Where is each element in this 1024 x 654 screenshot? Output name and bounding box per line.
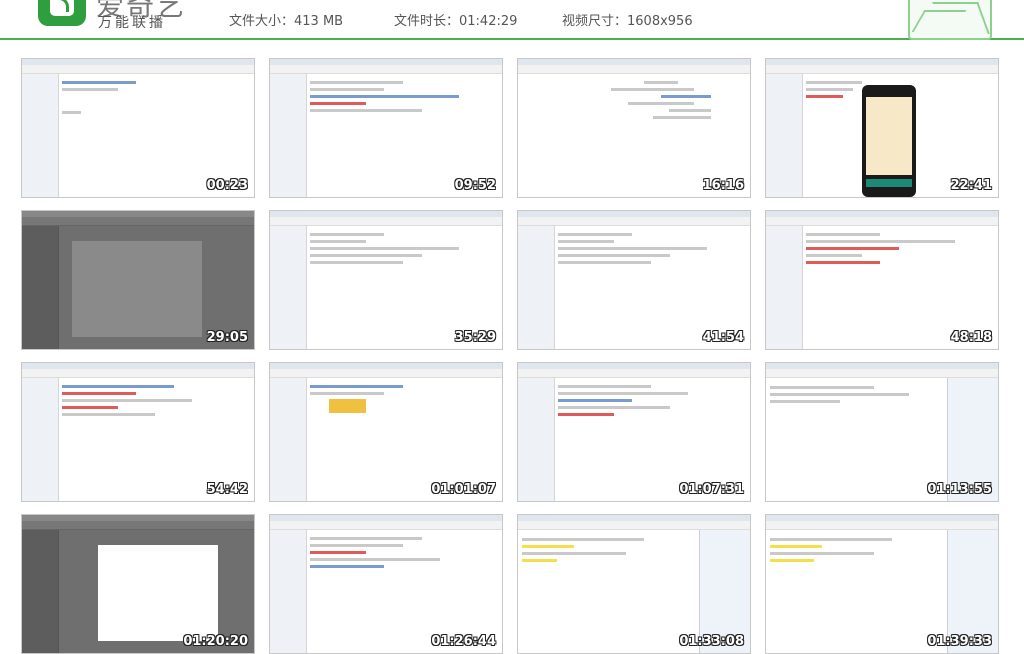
thumbnail[interactable]: 54:42: [21, 362, 255, 502]
timestamp: 01:07:31: [679, 482, 744, 497]
thumbnail[interactable]: 48:18: [765, 210, 999, 350]
thumbnail[interactable]: 35:29: [269, 210, 503, 350]
file-size-label: 文件大小：413 MB: [229, 14, 344, 29]
video-size-label: 视频尺寸：1608x956: [562, 14, 693, 29]
timestamp: 41:54: [702, 330, 744, 345]
iqiyi-logo-icon: [38, 0, 86, 26]
timestamp: 22:41: [950, 178, 992, 193]
thumbnail[interactable]: 41:54: [517, 210, 751, 350]
image-placeholder-icon: [908, 0, 992, 40]
timestamp: 01:26:44: [431, 634, 496, 649]
brand-subtitle: 万能联播: [98, 15, 166, 31]
timestamp: 16:16: [702, 178, 744, 193]
timestamp: 29:05: [206, 330, 248, 345]
thumbnail[interactable]: 01:33:08: [517, 514, 751, 654]
timestamp: 35:29: [454, 330, 496, 345]
timestamp: 01:01:07: [431, 482, 496, 497]
thumbnail[interactable]: 01:20:20: [21, 514, 255, 654]
timestamp: 09:52: [454, 178, 496, 193]
thumbnail[interactable]: 00:23: [21, 58, 255, 198]
thumbnail[interactable]: 29:05: [21, 210, 255, 350]
thumbnail[interactable]: 01:39:33: [765, 514, 999, 654]
thumbnail[interactable]: 01:13:55: [765, 362, 999, 502]
timestamp: 01:39:33: [927, 634, 992, 649]
timestamp: 00:23: [206, 178, 248, 193]
thumbnail[interactable]: 01:07:31: [517, 362, 751, 502]
thumbnail[interactable]: 01:01:07: [269, 362, 503, 502]
thumbnail[interactable]: 22:41: [765, 58, 999, 198]
timestamp: 01:13:55: [927, 482, 992, 497]
timestamp: 54:42: [206, 482, 248, 497]
thumbnail[interactable]: 09:52: [269, 58, 503, 198]
duration-label: 文件时长：01:42:29: [394, 14, 518, 29]
header-bar: 爱奇艺 万能联播 文件大小：413 MB 文件时长：01:42:29 视频尺寸：…: [0, 0, 1024, 40]
timestamp: 01:20:20: [183, 634, 248, 649]
thumbnail[interactable]: 16:16: [517, 58, 751, 198]
thumbnail[interactable]: 01:26:44: [269, 514, 503, 654]
timestamp: 48:18: [950, 330, 992, 345]
timestamp: 01:33:08: [679, 634, 744, 649]
